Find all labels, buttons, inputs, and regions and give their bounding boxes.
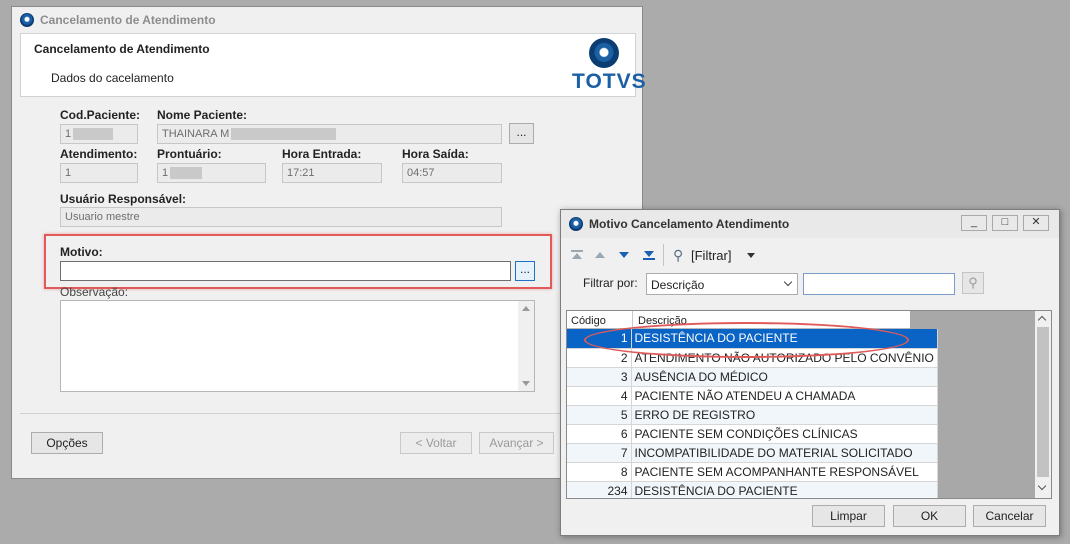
- avancar-button[interactable]: Avançar >: [479, 432, 554, 454]
- row-codigo[interactable]: 4: [567, 386, 632, 406]
- voltar-button[interactable]: < Voltar: [400, 432, 472, 454]
- toolbar-separator: [663, 244, 664, 266]
- label-nome-paciente: Nome Paciente:: [157, 108, 248, 122]
- main-window-title: Cancelamento de Atendimento: [40, 13, 216, 27]
- app-icon: [569, 217, 583, 231]
- row-codigo[interactable]: 8: [567, 462, 632, 482]
- usuario-field: Usuario mestre: [60, 207, 502, 227]
- hora-saida-field: 04:57: [402, 163, 502, 183]
- atendimento-field: 1: [60, 163, 138, 183]
- label-cod-paciente: Cod.Paciente:: [60, 108, 141, 122]
- row-descricao[interactable]: DESISTÊNCIA DO PACIENTE: [631, 481, 938, 498]
- table-row[interactable]: 3 AUSÊNCIA DO MÉDICO: [567, 367, 938, 387]
- row-codigo[interactable]: 234: [567, 481, 632, 498]
- filter-select[interactable]: Descrição: [646, 273, 798, 295]
- prev-record-icon[interactable]: [595, 252, 605, 258]
- scroll-thumb[interactable]: [1037, 327, 1049, 477]
- ok-button[interactable]: OK: [893, 505, 966, 527]
- first-record-arrow: [572, 253, 582, 259]
- row-descricao[interactable]: ERRO DE REGISTRO: [631, 405, 938, 425]
- filtrar-dropdown-icon[interactable]: [747, 253, 755, 258]
- scroll-down-icon[interactable]: [522, 381, 530, 386]
- wizard-header-subtitle: Dados do cacelamento: [51, 71, 174, 85]
- totvs-brand: TOTVS: [572, 70, 647, 93]
- next-record-icon[interactable]: [619, 252, 629, 258]
- observacao-scrollbar[interactable]: [518, 301, 534, 391]
- prontuario-value: 1: [162, 167, 169, 179]
- observacao-textarea[interactable]: [60, 300, 535, 392]
- filter-label: Filtrar por:: [583, 276, 638, 290]
- column-header-codigo[interactable]: Código: [571, 315, 606, 327]
- maximize-button[interactable]: □: [992, 215, 1018, 231]
- table-row[interactable]: 6 PACIENTE SEM CONDIÇÕES CLÍNICAS: [567, 424, 938, 444]
- redacted-block: [73, 128, 114, 141]
- main-titlebar: Cancelamento de Atendimento: [12, 7, 642, 33]
- row-descricao[interactable]: PACIENTE SEM ACOMPANHANTE RESPONSÁVEL: [631, 462, 938, 482]
- limpar-button[interactable]: Limpar: [812, 505, 885, 527]
- dialog-title: Motivo Cancelamento Atendimento: [589, 217, 790, 231]
- chevron-down-icon: [783, 277, 793, 287]
- filter-text-input[interactable]: [803, 273, 955, 295]
- annotation-highlight-box: [44, 234, 552, 289]
- cod-paciente-value: 1: [65, 128, 72, 140]
- label-usuario: Usuário Responsável:: [60, 192, 187, 206]
- scroll-up-icon[interactable]: [522, 306, 530, 311]
- label-observacao: Observação:: [60, 285, 129, 299]
- nome-paciente-value: THAINARA M: [162, 128, 230, 140]
- opcoes-button[interactable]: Opções: [31, 432, 103, 454]
- label-hora-entrada: Hora Entrada:: [282, 147, 362, 161]
- prontuario-field: 1: [157, 163, 266, 183]
- redacted-block: [231, 128, 337, 141]
- row-codigo[interactable]: 3: [567, 367, 632, 387]
- table-row[interactable]: 5 ERRO DE REGISTRO: [567, 405, 938, 425]
- label-prontuario: Prontuário:: [157, 147, 222, 161]
- minimize-button[interactable]: _: [961, 215, 987, 231]
- filtrar-button[interactable]: [Filtrar]: [691, 248, 731, 263]
- scroll-up-icon[interactable]: [1037, 315, 1047, 325]
- last-record-icon[interactable]: [643, 250, 655, 260]
- table-row[interactable]: 7 INCOMPATIBILIDADE DO MATERIAL SOLICITAD…: [567, 443, 938, 463]
- patient-lookup-button[interactable]: ...: [509, 123, 534, 144]
- annotation-highlight-ellipse: [584, 322, 909, 358]
- nome-paciente-field: THAINARA M: [157, 124, 502, 144]
- totvs-logo-icon: [589, 38, 619, 68]
- row-codigo[interactable]: 7: [567, 443, 632, 463]
- scroll-down-icon[interactable]: [1037, 481, 1047, 491]
- first-record-icon[interactable]: [571, 250, 583, 260]
- cancelar-button[interactable]: Cancelar: [973, 505, 1046, 527]
- label-atendimento: Atendimento:: [60, 147, 138, 161]
- row-descricao[interactable]: PACIENTE NÃO ATENDEU A CHAMADA: [631, 386, 938, 406]
- motivo-dialog: Motivo Cancelamento Atendimento _ □ ✕ ⚲ …: [560, 209, 1060, 536]
- app-icon: [20, 13, 34, 27]
- last-record-arrow: [644, 251, 654, 257]
- row-descricao[interactable]: PACIENTE SEM CONDIÇÕES CLÍNICAS: [631, 424, 938, 444]
- main-window: Cancelamento de Atendimento Cancelamento…: [11, 6, 646, 479]
- wizard-header-title: Cancelamento de Atendimento: [34, 42, 210, 56]
- table-row[interactable]: 8 PACIENTE SEM ACOMPANHANTE RESPONSÁVEL: [567, 462, 938, 482]
- apply-filter-icon[interactable]: ⚲: [962, 272, 984, 294]
- wizard-header: Cancelamento de Atendimento Dados do cac…: [20, 33, 646, 97]
- row-descricao[interactable]: AUSÊNCIA DO MÉDICO: [631, 367, 938, 387]
- grid-container: Código Descrição 1 DESISTÊNCIA DO PACIENT…: [566, 310, 1052, 499]
- row-descricao[interactable]: INCOMPATIBILIDADE DO MATERIAL SOLICITADO: [631, 443, 938, 463]
- close-button[interactable]: ✕: [1023, 215, 1049, 231]
- table-row[interactable]: 234 DESISTÊNCIA DO PACIENTE: [567, 481, 938, 498]
- grid-scrollbar[interactable]: [1035, 311, 1051, 498]
- filter-select-value: Descrição: [651, 278, 705, 292]
- row-codigo[interactable]: 6: [567, 424, 632, 444]
- label-hora-saida: Hora Saída:: [402, 147, 469, 161]
- redacted-block: [170, 167, 203, 180]
- table-row[interactable]: 4 PACIENTE NÃO ATENDEU A CHAMADA: [567, 386, 938, 406]
- cod-paciente-field: 1: [60, 124, 138, 144]
- footer-divider: [20, 413, 636, 414]
- filter-icon[interactable]: ⚲: [673, 247, 683, 264]
- row-codigo[interactable]: 5: [567, 405, 632, 425]
- hora-entrada-field: 17:21: [282, 163, 382, 183]
